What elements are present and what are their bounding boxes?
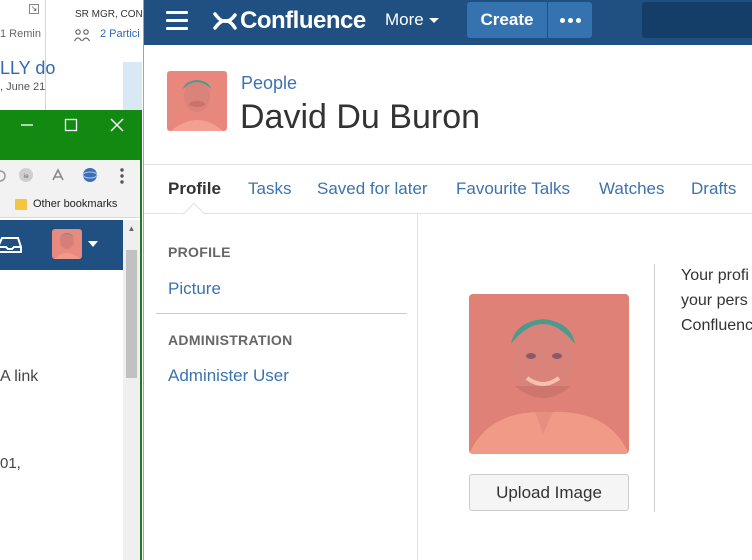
sidebar-heading-profile: PROFILE bbox=[168, 244, 231, 260]
tab-tasks[interactable]: Tasks bbox=[248, 179, 291, 199]
minimize-icon[interactable] bbox=[20, 118, 34, 132]
bookmarks-bar: Other bookmarks bbox=[0, 192, 140, 218]
app-header-bar bbox=[0, 220, 123, 270]
tab-saved-for-later[interactable]: Saved for later bbox=[317, 179, 428, 199]
more-menu[interactable]: More bbox=[385, 10, 439, 30]
globe-extension-icon[interactable] bbox=[82, 167, 98, 183]
sidebar-item-picture[interactable]: Picture bbox=[168, 279, 221, 299]
sidebar-divider bbox=[156, 313, 407, 314]
ellipsis-dot-icon bbox=[567, 17, 573, 23]
selection-strip bbox=[123, 62, 142, 110]
outlook-background-window: ↘ 1 Remin LLY do , June 21 SR MGR, CON 2… bbox=[0, 0, 142, 110]
body-text-fragment-2: 01, bbox=[0, 455, 21, 472]
profile-picture-preview bbox=[469, 294, 629, 454]
create-more-options-button[interactable] bbox=[548, 2, 592, 38]
outlook-left-pane: ↘ 1 Remin LLY do , June 21 bbox=[0, 0, 55, 110]
chrome-titlebar[interactable] bbox=[0, 110, 140, 160]
reminder-text[interactable]: 1 Remin bbox=[0, 28, 41, 40]
breadcrumb-people-link[interactable]: People bbox=[241, 73, 297, 94]
profile-sidebar: PROFILE Picture ADMINISTRATION Administe… bbox=[144, 214, 418, 560]
search-input[interactable] bbox=[642, 2, 752, 38]
sidebar-item-administer-user[interactable]: Administer User bbox=[168, 366, 289, 386]
email-date-fragment: , June 21 bbox=[0, 81, 46, 93]
participants-link[interactable]: 2 Partici bbox=[100, 28, 140, 40]
page-title: David Du Buron bbox=[240, 98, 481, 136]
user-avatar[interactable] bbox=[52, 229, 82, 259]
close-icon[interactable] bbox=[110, 118, 124, 132]
chrome-menu-icon[interactable] bbox=[118, 167, 126, 185]
description-line-2: your pers bbox=[681, 292, 748, 309]
tab-drafts[interactable]: Drafts bbox=[691, 179, 736, 199]
ellipsis-dot-icon bbox=[575, 17, 581, 23]
maximize-icon[interactable] bbox=[64, 118, 78, 132]
ietab-extension-icon[interactable]: ie bbox=[18, 167, 34, 183]
body-text-fragment: A link bbox=[0, 368, 39, 385]
sidebar-heading-administration: ADMINISTRATION bbox=[168, 332, 293, 348]
scroll-up-arrow-icon[interactable]: ▲ bbox=[126, 223, 137, 235]
expand-corner-icon[interactable]: ↘ bbox=[29, 4, 39, 14]
confluence-logo-text: Confluence bbox=[240, 7, 366, 34]
hamburger-menu-icon[interactable] bbox=[166, 11, 190, 33]
confluence-logo-icon bbox=[213, 12, 237, 30]
vertical-divider bbox=[654, 264, 655, 512]
chrome-browser-window: ie Other bookmarks ▲ A link 01, bbox=[0, 110, 142, 560]
scrollbar-thumb[interactable] bbox=[126, 250, 137, 378]
chevron-down-icon bbox=[428, 18, 439, 24]
tab-favourite-talks[interactable]: Favourite Talks bbox=[456, 179, 570, 199]
svg-text:ie: ie bbox=[23, 173, 29, 180]
tab-watches[interactable]: Watches bbox=[599, 179, 665, 199]
confluence-window: Confluence More Create People David Du B… bbox=[143, 0, 752, 560]
sender-title-fragment: SR MGR, CON bbox=[75, 9, 142, 20]
folder-icon bbox=[15, 199, 27, 210]
tab-profile[interactable]: Profile bbox=[168, 179, 221, 199]
other-bookmarks-link[interactable]: Other bookmarks bbox=[33, 198, 117, 210]
email-subject-fragment[interactable]: LLY do bbox=[0, 58, 55, 79]
upload-image-button[interactable]: Upload Image bbox=[469, 474, 629, 511]
inbox-icon[interactable] bbox=[0, 236, 22, 254]
pdf-extension-icon[interactable] bbox=[50, 167, 66, 183]
more-menu-label: More bbox=[385, 10, 424, 29]
description-line-1: Your profi bbox=[681, 267, 749, 284]
chevron-down-icon[interactable] bbox=[88, 240, 98, 248]
participants-icon bbox=[74, 29, 90, 42]
chrome-toolbar: ie bbox=[0, 160, 140, 192]
description-line-3: Confluenc bbox=[681, 317, 752, 334]
extension-icon[interactable] bbox=[0, 168, 6, 184]
create-button[interactable]: Create bbox=[467, 2, 547, 38]
confluence-logo[interactable]: Confluence bbox=[212, 6, 366, 36]
ellipsis-dot-icon bbox=[559, 17, 565, 23]
top-navigation-bar: Confluence More Create bbox=[144, 0, 752, 45]
profile-avatar bbox=[167, 71, 227, 131]
profile-tabs: Profile Tasks Saved for later Favourite … bbox=[144, 164, 752, 226]
